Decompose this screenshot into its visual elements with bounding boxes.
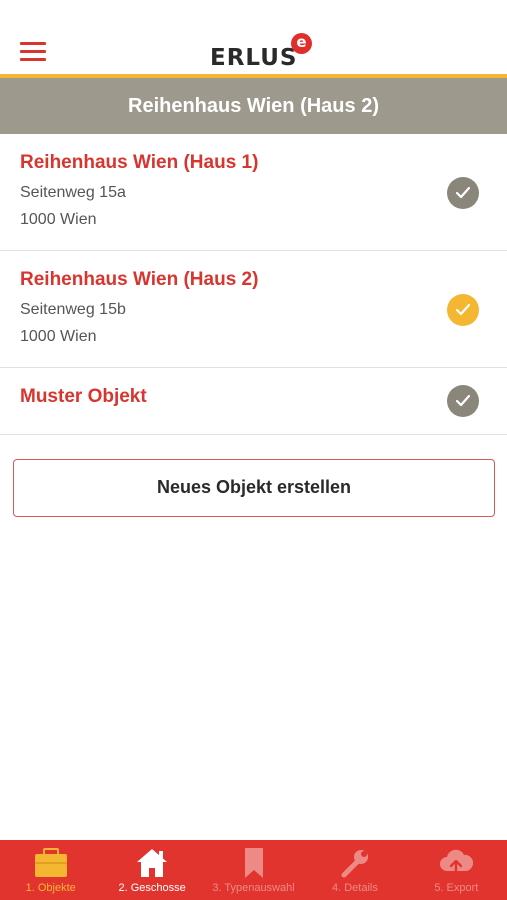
- bookmark-icon: [244, 848, 263, 878]
- object-list-item-haus-1[interactable]: Reihenhaus Wien (Haus 1) Seitenweg 15a 1…: [0, 134, 507, 251]
- object-city: 1000 Wien: [20, 328, 97, 345]
- object-street: Seitenweg 15b: [20, 301, 126, 318]
- object-list-item-muster[interactable]: Muster Objekt: [0, 368, 507, 435]
- house-icon: [137, 849, 168, 877]
- object-city: 1000 Wien: [20, 211, 97, 228]
- tab-label: 1. Objekte: [25, 882, 76, 894]
- object-list: Reihenhaus Wien (Haus 1) Seitenweg 15a 1…: [0, 134, 507, 435]
- logo-text: ERLUS: [210, 45, 298, 71]
- page-title: Reihenhaus Wien (Haus 2): [0, 78, 507, 134]
- tab-label: 4. Details: [331, 882, 378, 894]
- bottom-tab-bar: 1. Objekte 2. Geschosse 3. Typenauswahl …: [0, 840, 507, 900]
- object-title: Muster Objekt: [20, 386, 147, 407]
- top-bar: ERLUS e: [0, 0, 507, 78]
- tab-label: 2. Geschosse: [118, 882, 186, 894]
- tab-objekte[interactable]: 1. Objekte: [0, 840, 101, 900]
- object-list-item-haus-2[interactable]: Reihenhaus Wien (Haus 2) Seitenweg 15b 1…: [0, 251, 507, 368]
- wrench-icon: [341, 850, 368, 878]
- tab-label: 3. Typenauswahl: [212, 882, 295, 894]
- logo-badge: e: [291, 33, 312, 54]
- checkmark-icon[interactable]: [447, 177, 479, 209]
- tab-label: 5. Export: [434, 882, 479, 894]
- checkmark-selected-icon[interactable]: [447, 294, 479, 326]
- tab-typenauswahl[interactable]: 3. Typenauswahl: [203, 840, 304, 900]
- briefcase-icon: [34, 848, 67, 877]
- checkmark-icon[interactable]: [447, 385, 479, 417]
- object-title: Reihenhaus Wien (Haus 1): [20, 152, 259, 173]
- object-street: Seitenweg 15a: [20, 184, 126, 201]
- tab-export[interactable]: 5. Export: [406, 840, 507, 900]
- tab-geschosse[interactable]: 2. Geschosse: [101, 840, 202, 900]
- tab-details[interactable]: 4. Details: [304, 840, 405, 900]
- hamburger-menu-icon[interactable]: [20, 42, 46, 62]
- new-object-button[interactable]: Neues Objekt erstellen: [13, 459, 495, 517]
- cloud-upload-icon: [440, 849, 474, 879]
- object-title: Reihenhaus Wien (Haus 2): [20, 269, 259, 290]
